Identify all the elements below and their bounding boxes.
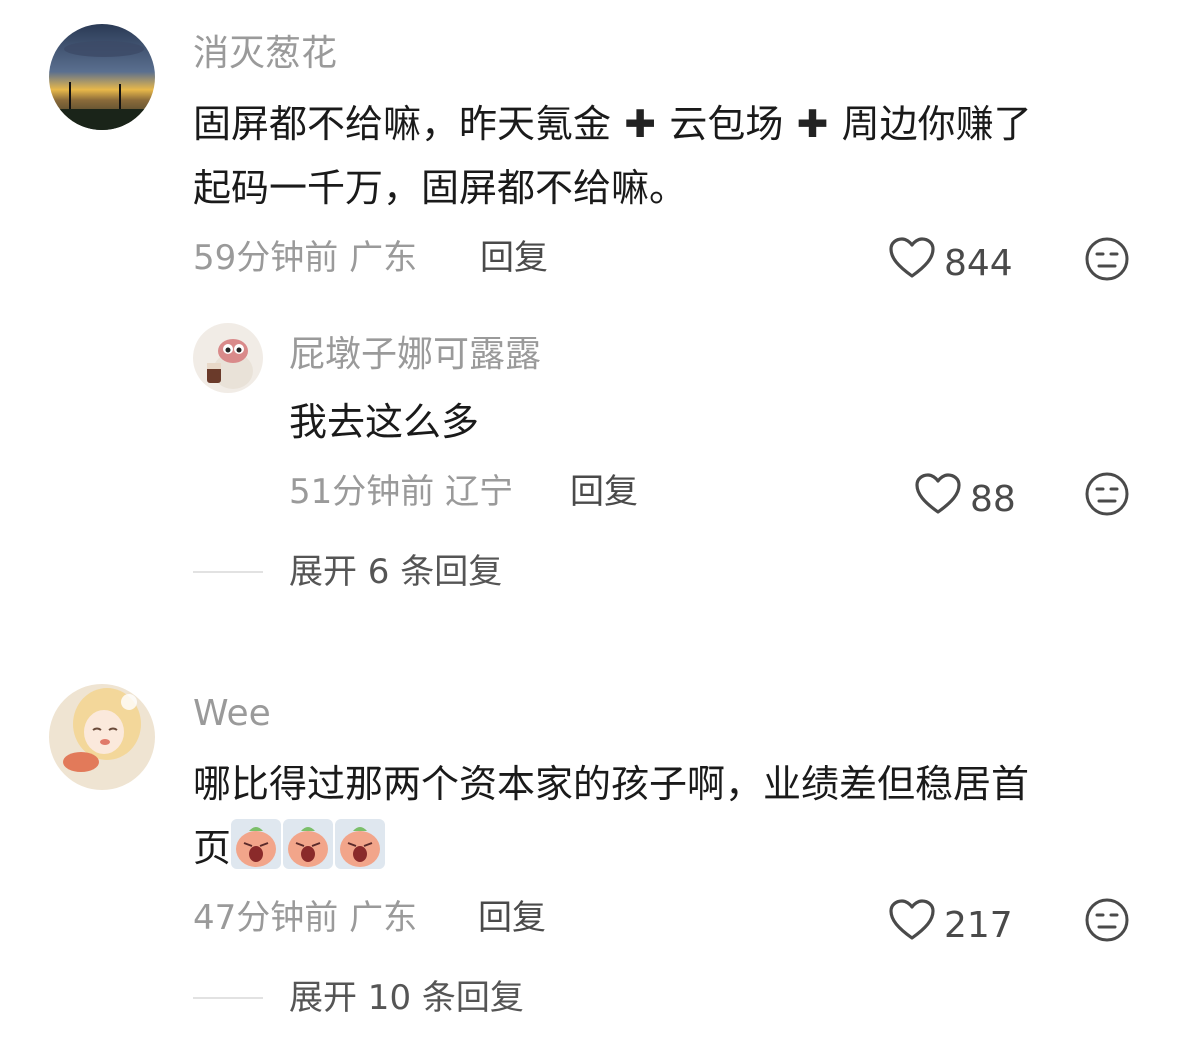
comment-text-part: 固屏都不给嘛，昨天氪金 bbox=[193, 102, 612, 146]
like-count: 844 bbox=[944, 242, 1013, 284]
crying-sticker-icon bbox=[335, 819, 386, 869]
avatar[interactable] bbox=[49, 684, 155, 790]
plus-icon: ✚ bbox=[611, 102, 670, 146]
comment-username[interactable]: Wee bbox=[193, 692, 271, 736]
comment-text-part: 周边你赚了 bbox=[841, 102, 1032, 146]
like-button[interactable]: 217 bbox=[888, 898, 1013, 953]
comment-text: 哪比得过那两个资本家的孩子啊，业绩差但稳居首 页 bbox=[193, 752, 1153, 880]
heart-outline-icon bbox=[914, 472, 962, 527]
expand-replies-label: 展开 6 条回复 bbox=[289, 552, 503, 592]
heart-outline-icon bbox=[888, 898, 936, 953]
reply-text: 我去这么多 bbox=[289, 400, 480, 444]
reply-time: 51分钟前 bbox=[289, 472, 435, 512]
crying-sticker-icon bbox=[283, 819, 334, 869]
divider bbox=[193, 997, 263, 999]
plus-icon: ✚ bbox=[783, 102, 842, 146]
avatar[interactable] bbox=[193, 323, 263, 393]
reply-username[interactable]: 屁墩子娜可露露 bbox=[289, 333, 541, 377]
comment-meta: 59分钟前 广东 bbox=[193, 236, 417, 280]
like-button[interactable]: 88 bbox=[914, 472, 1016, 527]
crying-sticker-icon bbox=[231, 819, 282, 869]
reply-button[interactable]: 回复 bbox=[478, 896, 546, 940]
comment-location: 广东 bbox=[349, 238, 418, 278]
reply-button[interactable]: 回复 bbox=[480, 236, 548, 280]
like-count: 217 bbox=[944, 904, 1013, 946]
reply-location: 辽宁 bbox=[445, 472, 514, 512]
comment-text-part: 哪比得过那两个资本家的孩子啊，业绩差但稳居首 bbox=[193, 762, 1030, 806]
reply-meta: 51分钟前 辽宁 bbox=[289, 470, 513, 514]
meh-face-icon[interactable] bbox=[1084, 236, 1130, 282]
like-button[interactable]: 844 bbox=[888, 236, 1013, 291]
meh-face-icon[interactable] bbox=[1084, 471, 1130, 517]
comment-text-part: 云包场 bbox=[669, 102, 784, 146]
heart-outline-icon bbox=[888, 236, 936, 291]
expand-replies-label: 展开 10 条回复 bbox=[289, 978, 524, 1018]
comment-time: 59分钟前 bbox=[193, 238, 339, 278]
reply-button[interactable]: 回复 bbox=[570, 470, 638, 514]
divider bbox=[193, 571, 263, 573]
expand-replies-button[interactable]: 展开 10 条回复 bbox=[193, 976, 524, 1020]
comment-text-part: 页 bbox=[193, 826, 232, 870]
comment-text-part: 起码一千万，固屏都不给嘛。 bbox=[193, 166, 688, 210]
comment-text: 固屏都不给嘛，昨天氪金 ✚ 云包场 ✚ 周边你赚了 起码一千万，固屏都不给嘛。 bbox=[193, 92, 1133, 220]
like-count: 88 bbox=[970, 478, 1016, 520]
comment-meta: 47分钟前 广东 bbox=[193, 896, 417, 940]
comment-time: 47分钟前 bbox=[193, 898, 339, 938]
meh-face-icon[interactable] bbox=[1084, 897, 1130, 943]
comment-location: 广东 bbox=[349, 898, 418, 938]
expand-replies-button[interactable]: 展开 6 条回复 bbox=[193, 550, 502, 594]
avatar[interactable] bbox=[49, 24, 155, 130]
comment-username[interactable]: 消灭葱花 bbox=[193, 32, 337, 76]
